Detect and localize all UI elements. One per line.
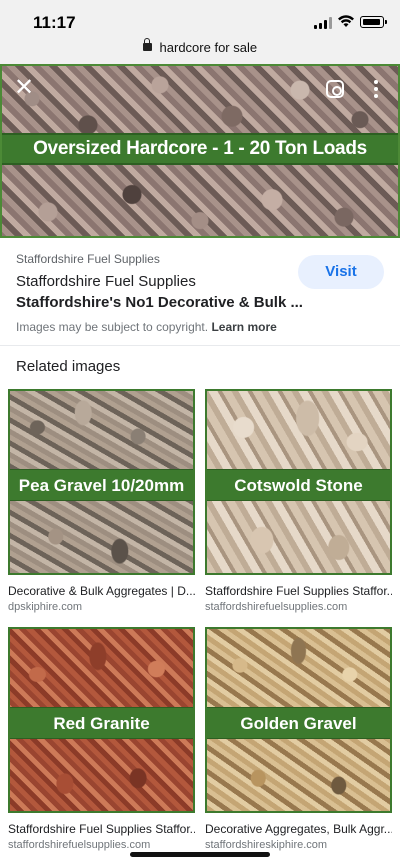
thumbnail-label: Pea Gravel 10/20mm <box>10 469 193 501</box>
visit-button[interactable]: Visit <box>298 255 384 289</box>
related-image-card[interactable]: Red Granite Staffordshire Fuel Supplies … <box>8 627 195 851</box>
address-bar[interactable]: hardcore for sale <box>0 38 400 64</box>
related-image-site: staffordshireskiphire.com <box>205 839 328 851</box>
result-title-line1[interactable]: Staffordshire Fuel Supplies <box>16 273 196 290</box>
related-images-heading: Related images <box>16 358 121 375</box>
thumbnail-label: Golden Gravel <box>207 707 390 739</box>
lens-search-icon[interactable] <box>326 80 344 98</box>
source-name: Staffordshire Fuel Supplies <box>16 252 160 266</box>
thumbnail-label: Red Granite <box>10 707 193 739</box>
copyright-notice: Images may be subject to copyright. Lear… <box>16 320 277 334</box>
cellular-signal-icon <box>314 17 332 29</box>
related-image-card[interactable]: Cotswold Stone Staffordshire Fuel Suppli… <box>205 389 392 613</box>
learn-more-link[interactable]: Learn more <box>211 320 276 334</box>
related-image-title[interactable]: Decorative Aggregates, Bulk Aggr... <box>205 822 392 836</box>
related-image-site: staffordshirefuelsupplies.com <box>205 601 348 613</box>
copyright-text: Images may be subject to copyright. <box>16 320 209 334</box>
divider <box>0 345 400 346</box>
home-indicator[interactable] <box>130 852 270 857</box>
related-image-thumbnail[interactable]: Red Granite <box>8 627 195 813</box>
related-image-title[interactable]: Staffordshire Fuel Supplies Staffor... <box>8 822 195 836</box>
related-image-site: dpskiphire.com <box>8 601 82 613</box>
wifi-icon <box>338 15 354 27</box>
status-bar: 11:17 <box>0 0 400 40</box>
related-image-card[interactable]: Pea Gravel 10/20mm Decorative & Bulk Agg… <box>8 389 195 613</box>
related-image-thumbnail[interactable]: Golden Gravel <box>205 627 392 813</box>
related-image-thumbnail[interactable]: Cotswold Stone <box>205 389 392 575</box>
related-image-thumbnail[interactable]: Pea Gravel 10/20mm <box>8 389 195 575</box>
related-image-card[interactable]: Golden Gravel Decorative Aggregates, Bul… <box>205 627 392 851</box>
close-icon[interactable]: ✕ <box>14 76 34 100</box>
address-bar-text: hardcore for sale <box>159 40 258 55</box>
battery-icon <box>360 16 387 28</box>
related-image-title[interactable]: Decorative & Bulk Aggregates | D... <box>8 584 195 598</box>
related-image-site: staffordshirefuelsupplies.com <box>8 839 151 851</box>
lock-icon <box>142 38 156 54</box>
thumbnail-label: Cotswold Stone <box>207 469 390 501</box>
result-title-line2[interactable]: Staffordshire's No1 Decorative & Bulk ..… <box>16 294 303 311</box>
status-time: 11:17 <box>33 13 76 32</box>
preview-image[interactable]: Oversized Hardcore - 1 - 20 Ton Loads ✕ <box>0 64 400 238</box>
related-image-title[interactable]: Staffordshire Fuel Supplies Staffor... <box>205 584 392 598</box>
more-options-icon[interactable] <box>368 79 384 99</box>
